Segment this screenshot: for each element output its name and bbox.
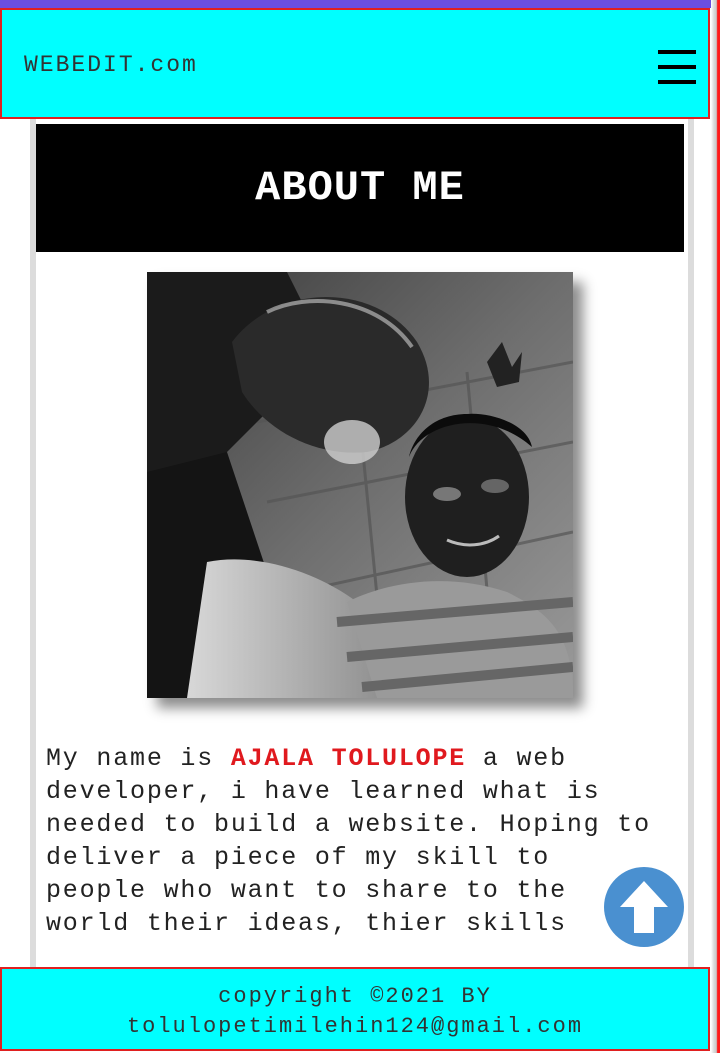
brand-logo-text[interactable]: WEBEDIT.com xyxy=(24,52,198,78)
top-accent-strip xyxy=(0,0,720,8)
footer-email-link[interactable]: tolulopetimilehin124@gmail.com xyxy=(2,1012,708,1042)
about-banner: ABOUT ME xyxy=(36,124,684,252)
site-header: WEBEDIT.com xyxy=(0,8,710,119)
site-footer: copyright ©2021 BY tolulopetimilehin124@… xyxy=(0,967,710,1051)
bio-intro: My name is xyxy=(46,744,231,773)
scroll-to-top-button[interactable] xyxy=(604,867,684,947)
copyright-text: copyright ©2021 BY xyxy=(218,984,492,1009)
hamburger-menu-icon-bar xyxy=(658,80,696,84)
page-title: ABOUT ME xyxy=(255,164,465,212)
hamburger-menu-button[interactable] xyxy=(657,48,697,86)
profile-photo xyxy=(147,272,573,698)
bio-paragraph: My name is AJALA TOLULOPE a web develope… xyxy=(46,742,656,940)
bio-name-highlight: AJALA TOLULOPE xyxy=(230,744,467,773)
hamburger-menu-icon-bar xyxy=(658,65,696,69)
arrow-up-icon xyxy=(620,881,668,933)
hamburger-menu-icon xyxy=(658,50,696,54)
bio-text: a web developer, i have learned what is … xyxy=(46,744,651,938)
profile-photo-image xyxy=(147,272,573,698)
right-edge-strip xyxy=(711,0,720,1053)
